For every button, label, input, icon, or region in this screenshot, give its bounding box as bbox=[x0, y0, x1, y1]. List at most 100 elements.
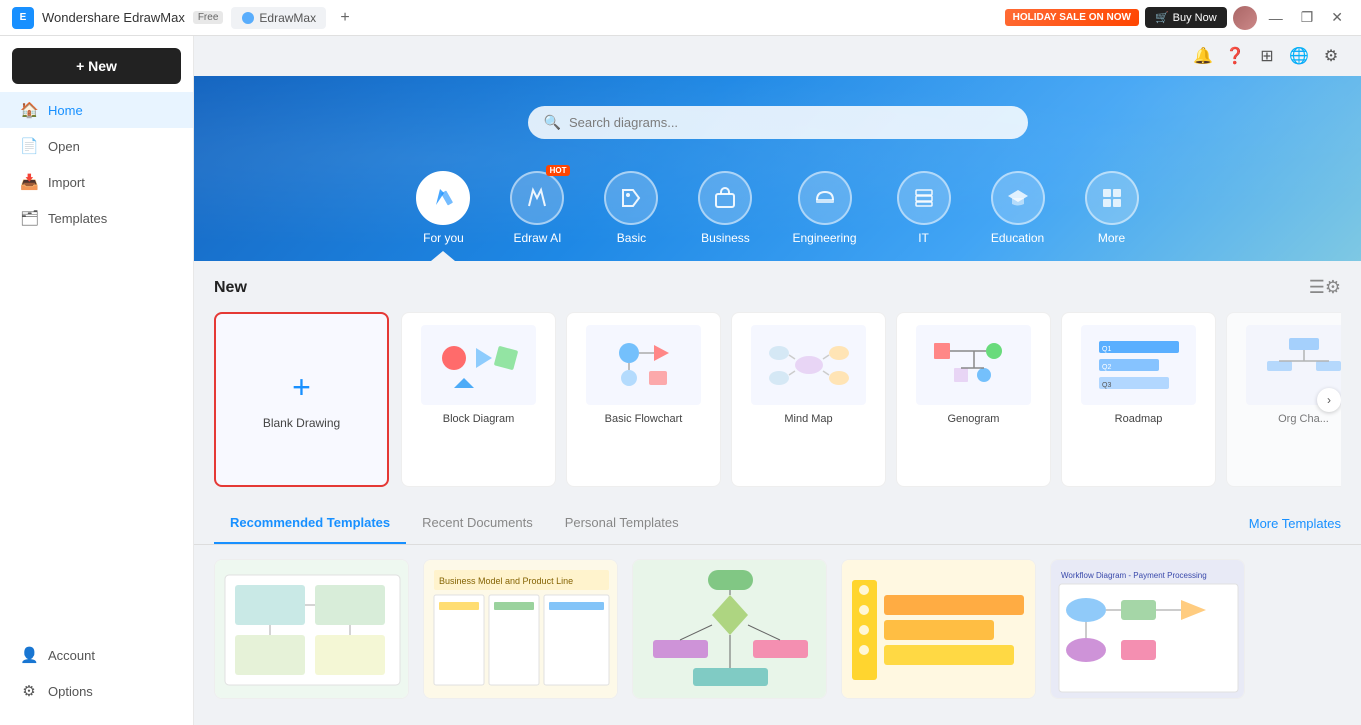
sidebar-item-import[interactable]: 📥 Import bbox=[0, 164, 193, 200]
buy-now-button[interactable]: 🛒 Buy Now bbox=[1145, 7, 1227, 28]
sidebar-item-options[interactable]: ⚙ Options bbox=[0, 673, 193, 709]
tab-recent[interactable]: Recent Documents bbox=[406, 503, 549, 544]
block-diagram-label: Block Diagram bbox=[443, 413, 515, 425]
gallery-card-1[interactable] bbox=[214, 559, 409, 699]
edrawmax-tab-icon bbox=[241, 11, 255, 25]
maximize-button[interactable]: ❐ bbox=[1295, 7, 1320, 28]
sidebar-item-open[interactable]: 📄 Open bbox=[0, 128, 193, 164]
templates-icon: 🗂 bbox=[20, 209, 38, 227]
gallery-thumb-4 bbox=[842, 560, 1036, 699]
app-body: + New 🏠 Home 📄 Open 📥 Import 🗂 Templates… bbox=[0, 36, 1361, 725]
basic-icon-circle bbox=[604, 171, 658, 225]
mind-map-svg bbox=[764, 333, 854, 398]
gallery-card-3[interactable] bbox=[632, 559, 827, 699]
svg-text:Q1: Q1 bbox=[1102, 346, 1111, 353]
ai-icon bbox=[525, 186, 549, 210]
basic-flowchart-thumb bbox=[586, 325, 701, 405]
search-input[interactable] bbox=[569, 115, 1012, 130]
add-tab-button[interactable]: + bbox=[334, 7, 356, 29]
gallery-thumb-2: Business Model and Product Line bbox=[424, 560, 618, 699]
minimize-button[interactable]: — bbox=[1263, 8, 1289, 28]
user-avatar[interactable] bbox=[1233, 6, 1257, 30]
new-section-settings-icon[interactable]: ☰⚙ bbox=[1309, 277, 1341, 298]
svg-text:Q3: Q3 bbox=[1102, 382, 1111, 389]
hero-cat-engineering[interactable]: Engineering bbox=[772, 163, 876, 261]
mind-map-label: Mind Map bbox=[784, 413, 832, 425]
genogram-label: Genogram bbox=[948, 413, 1000, 425]
hero-categories: For you HOT Edraw AI bbox=[234, 163, 1321, 261]
sidebar-item-home[interactable]: 🏠 Home bbox=[0, 92, 193, 128]
active-tab[interactable]: EdrawMax bbox=[231, 7, 326, 29]
education-icon-circle bbox=[991, 171, 1045, 225]
gallery-card-2[interactable]: Business Model and Product Line bbox=[423, 559, 618, 699]
pencil-ruler-icon bbox=[430, 185, 456, 211]
tag-icon bbox=[619, 186, 643, 210]
more-icon-circle bbox=[1085, 171, 1139, 225]
svg-text:Q2: Q2 bbox=[1102, 364, 1111, 371]
blank-plus-icon: + bbox=[292, 369, 311, 406]
new-section-title: New bbox=[214, 279, 247, 297]
grid-more-icon bbox=[1100, 186, 1124, 210]
new-items-row: + Blank Drawing bbox=[214, 312, 1341, 487]
org-chart-label: Org Cha... bbox=[1278, 413, 1329, 425]
hero-cat-more[interactable]: More bbox=[1065, 163, 1159, 261]
block-diagram-thumb bbox=[421, 325, 536, 405]
gallery-card-4[interactable] bbox=[841, 559, 1036, 699]
import-icon: 📥 bbox=[20, 173, 38, 191]
helmet-icon bbox=[813, 186, 837, 210]
app-badge: Free bbox=[193, 11, 224, 24]
mind-map-thumb bbox=[751, 325, 866, 405]
genogram-svg bbox=[929, 333, 1019, 398]
roadmap-thumb: Q1 Q2 Q3 bbox=[1081, 325, 1196, 405]
close-button[interactable]: ✕ bbox=[1325, 7, 1349, 28]
template-scroll-right[interactable]: › bbox=[1317, 388, 1341, 412]
template-card-roadmap[interactable]: Q1 Q2 Q3 Roadmap bbox=[1061, 312, 1216, 487]
more-templates-link[interactable]: More Templates bbox=[1249, 504, 1341, 543]
tab-recommended[interactable]: Recommended Templates bbox=[214, 503, 406, 544]
titlebar-right: HOLIDAY SALE ON NOW 🛒 Buy Now — ❐ ✕ bbox=[1005, 6, 1349, 30]
sidebar: + New 🏠 Home 📄 Open 📥 Import 🗂 Templates… bbox=[0, 36, 194, 725]
gallery-card-5[interactable]: Workflow Diagram - Payment Processing bbox=[1050, 559, 1245, 699]
titlebar: E Wondershare EdrawMax Free EdrawMax + H… bbox=[0, 0, 1361, 36]
account-icon: 👤 bbox=[20, 646, 38, 664]
titlebar-left: E Wondershare EdrawMax Free EdrawMax + bbox=[12, 7, 356, 29]
template-cards-row: Block Diagram bbox=[401, 312, 1341, 487]
app-name: Wondershare EdrawMax bbox=[42, 10, 185, 25]
recommended-section: Recommended Templates Recent Documents P… bbox=[194, 503, 1361, 713]
blank-drawing-card[interactable]: + Blank Drawing bbox=[214, 312, 389, 487]
template-card-mind-map[interactable]: Mind Map bbox=[731, 312, 886, 487]
edraw-ai-icon-circle: HOT bbox=[510, 171, 564, 225]
hero-cat-it[interactable]: IT bbox=[877, 163, 971, 261]
hero-cat-edraw-ai[interactable]: HOT Edraw AI bbox=[490, 163, 584, 261]
template-card-basic-flowchart[interactable]: Basic Flowchart bbox=[566, 312, 721, 487]
hot-badge: HOT bbox=[546, 165, 571, 176]
sidebar-bottom: 👤 Account ⚙ Options bbox=[0, 637, 193, 717]
sidebar-item-templates[interactable]: 🗂 Templates bbox=[0, 200, 193, 236]
tab-personal[interactable]: Personal Templates bbox=[549, 503, 695, 544]
open-icon: 📄 bbox=[20, 137, 38, 155]
notification-icon[interactable]: 🔔 bbox=[1189, 42, 1217, 70]
genogram-thumb bbox=[916, 325, 1031, 405]
new-button[interactable]: + New bbox=[12, 48, 181, 84]
it-icon-circle bbox=[897, 171, 951, 225]
grid-icon[interactable]: ⊞ bbox=[1253, 42, 1281, 70]
hero-cat-education[interactable]: Education bbox=[971, 163, 1065, 261]
holiday-sale-badge[interactable]: HOLIDAY SALE ON NOW bbox=[1005, 9, 1139, 26]
settings-icon[interactable]: ⚙ bbox=[1317, 42, 1345, 70]
main-content: 🔔 ❓ ⊞ 🌐 ⚙ 🔍 bbox=[194, 36, 1361, 725]
hero-cat-basic[interactable]: Basic bbox=[584, 163, 678, 261]
svg-text:Workflow Diagram - Payment Pro: Workflow Diagram - Payment Processing bbox=[1061, 571, 1207, 580]
help-icon[interactable]: ❓ bbox=[1221, 42, 1249, 70]
roadmap-label: Roadmap bbox=[1115, 413, 1163, 425]
gallery-thumb-1 bbox=[215, 560, 409, 699]
svg-text:Business Model and Product Lin: Business Model and Product Line bbox=[439, 576, 573, 586]
template-card-block-diagram[interactable]: Block Diagram bbox=[401, 312, 556, 487]
sidebar-item-account[interactable]: 👤 Account bbox=[0, 637, 193, 673]
hero-banner: 🔍 For you HOT bbox=[194, 76, 1361, 261]
community-icon[interactable]: 🌐 bbox=[1285, 42, 1313, 70]
search-bar[interactable]: 🔍 bbox=[528, 106, 1028, 139]
hero-cat-for-you[interactable]: For you bbox=[396, 163, 490, 261]
template-card-genogram[interactable]: Genogram bbox=[896, 312, 1051, 487]
graduation-cap-icon bbox=[1006, 186, 1030, 210]
hero-cat-business[interactable]: Business bbox=[678, 163, 772, 261]
